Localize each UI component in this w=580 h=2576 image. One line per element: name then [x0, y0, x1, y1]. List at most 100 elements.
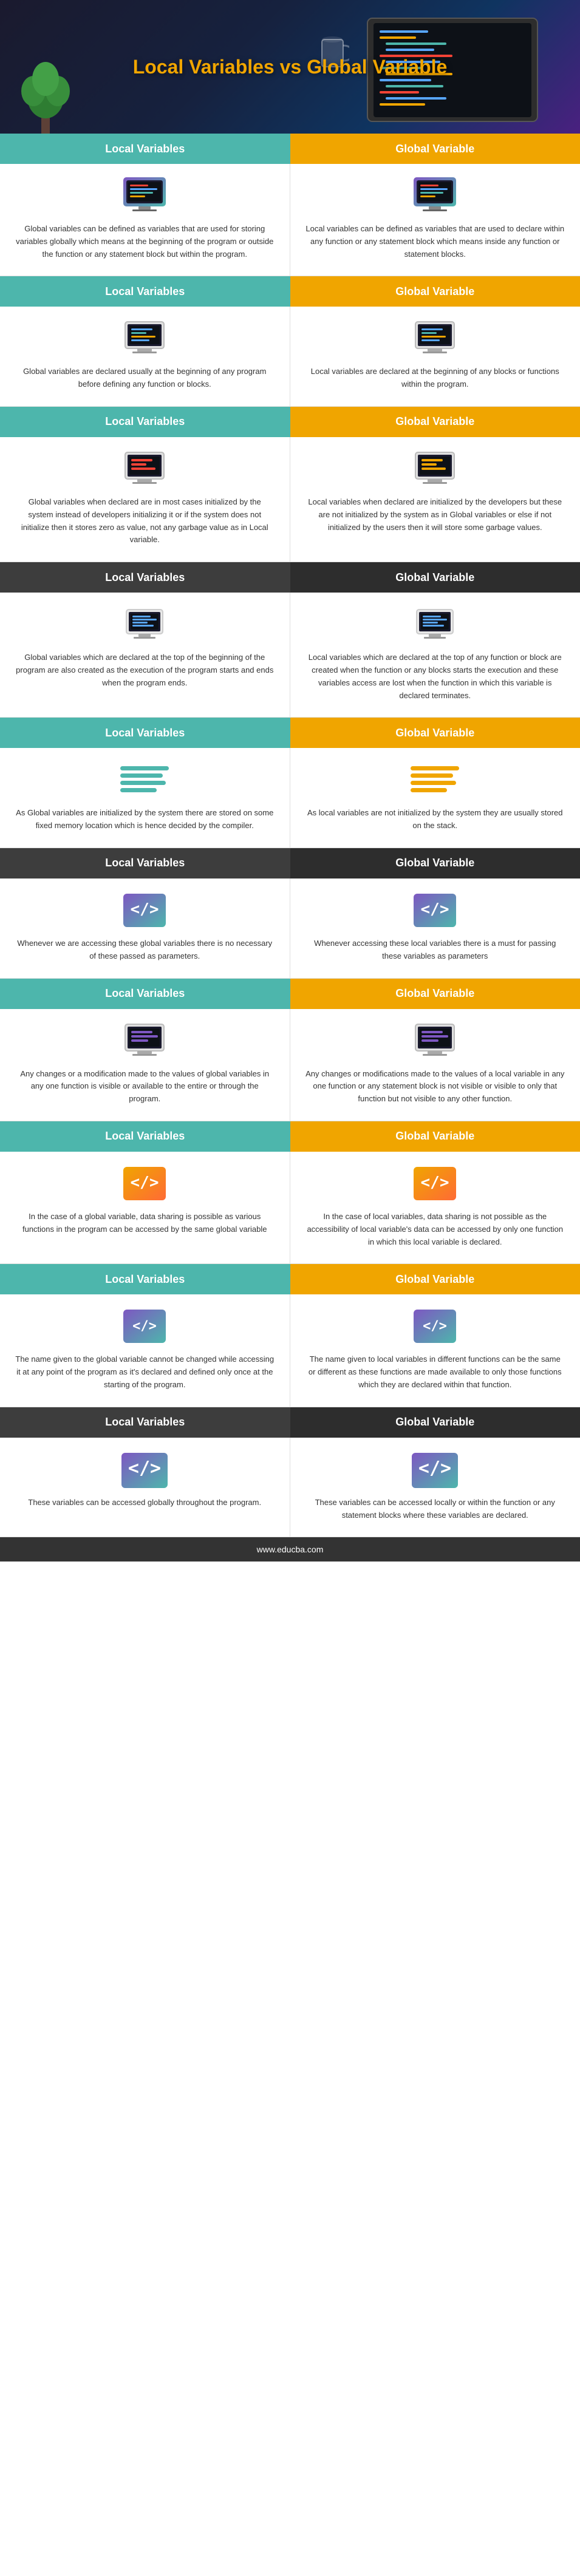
- section-8-left-cell: </> In the case of a global variable, da…: [0, 1152, 290, 1264]
- section-4-right-cell: Local variables which are declared at th…: [290, 593, 580, 718]
- section-1-right-text: Local variables can be defined as variab…: [305, 223, 565, 260]
- section-2-left-cell: Global variables are declared usually at…: [0, 307, 290, 407]
- section-2-right-header: Global Variable: [290, 276, 580, 307]
- section-9-right-text: The name given to local variables in dif…: [305, 1353, 565, 1391]
- hero-section: Local Variables vs Global Variable: [0, 0, 580, 134]
- computer-icon-left-1: [120, 176, 169, 216]
- section-10-right-text: These variables can be accessed locally …: [305, 1497, 565, 1522]
- section-7-left-text: Any changes or a modification made to th…: [15, 1068, 275, 1106]
- section-5-right-cell: As local variables are not initialized b…: [290, 748, 580, 848]
- section-6-right-header: Global Variable: [290, 848, 580, 878]
- code-teal-icon-right: </>: [411, 891, 459, 930]
- code-orange-icon-left: </>: [120, 1164, 169, 1203]
- section-6-left-header: Local Variables: [0, 848, 290, 878]
- section-9-header: Local Variables Global Variable: [0, 1264, 580, 1294]
- section-4-content: Global variables which are declared at t…: [0, 593, 580, 718]
- section-10-left-header: Local Variables: [0, 1407, 290, 1438]
- footer: www.educba.com: [0, 1537, 580, 1562]
- monitor-purple-icon-left: [120, 1021, 169, 1061]
- section-2-right-cell: Local variables are declared at the begi…: [290, 307, 580, 407]
- section-2-left-header: Local Variables: [0, 276, 290, 307]
- section-10-content: </> These variables can be accessed glob…: [0, 1438, 580, 1538]
- code-teal-icon-left: </>: [120, 891, 169, 930]
- monitor-icon-right-2: [411, 319, 459, 358]
- section-2: Local Variables Global Variable Global v…: [0, 276, 580, 407]
- section-9-left-text: The name given to the global variable ca…: [15, 1353, 275, 1391]
- section-10-left-text: These variables can be accessed globally…: [28, 1497, 261, 1509]
- monitor-small-icon-right: [411, 605, 459, 644]
- section-5-content: As Global variables are initialized by t…: [0, 748, 580, 848]
- section-4-right-text: Local variables which are declared at th…: [305, 651, 565, 702]
- lines-icon-right: [411, 760, 459, 800]
- svg-text:</>: </>: [423, 1319, 447, 1334]
- section-7-left-header: Local Variables: [0, 979, 290, 1009]
- section-5: Local Variables Global Variable As Globa…: [0, 718, 580, 848]
- section-6-right-cell: </> Whenever accessing these local varia…: [290, 878, 580, 979]
- section-10: Local Variables Global Variable </> Thes…: [0, 1407, 580, 1538]
- section-2-left-text: Global variables are declared usually at…: [15, 365, 275, 391]
- section-9: Local Variables Global Variable </> The …: [0, 1264, 580, 1407]
- computer-icon-right-1: [411, 176, 459, 216]
- section-7-right-header: Global Variable: [290, 979, 580, 1009]
- section-7-content: Any changes or a modification made to th…: [0, 1009, 580, 1121]
- section-9-content: </> The name given to the global variabl…: [0, 1294, 580, 1407]
- section-3-content: Global variables when declared are in mo…: [0, 437, 580, 562]
- section-3-left-text: Global variables when declared are in mo…: [15, 496, 275, 546]
- section-1-content: Global variables can be defined as varia…: [0, 164, 580, 276]
- monitor-orange-icon-right: [411, 449, 459, 489]
- section-5-left-header: Local Variables: [0, 718, 290, 748]
- svg-text:</>: </>: [131, 900, 159, 919]
- section-3-right-text: Local variables when declared are initia…: [305, 496, 565, 534]
- lines-icon-left: [120, 760, 169, 800]
- svg-text:</>: </>: [128, 1458, 161, 1479]
- section-5-right-header: Global Variable: [290, 718, 580, 748]
- monitor-small-icon-left: [120, 605, 169, 644]
- section-8-right-cell: </> In the case of local variables, data…: [290, 1152, 580, 1264]
- section-7-left-cell: Any changes or a modification made to th…: [0, 1009, 290, 1121]
- section-3-right-header: Global Variable: [290, 407, 580, 437]
- svg-text:</>: </>: [418, 1458, 451, 1479]
- section-1-left-header: Local Variables: [0, 134, 290, 164]
- svg-text:</>: </>: [132, 1319, 157, 1334]
- section-10-left-cell: </> These variables can be accessed glob…: [0, 1438, 290, 1538]
- section-8-left-header: Local Variables: [0, 1121, 290, 1152]
- section-7-right-cell: Any changes or modifications made to the…: [290, 1009, 580, 1121]
- section-4: Local Variables Global Variable Global v…: [0, 562, 580, 718]
- section-8-right-header: Global Variable: [290, 1121, 580, 1152]
- monitor-purple-icon-right: [411, 1021, 459, 1061]
- section-2-right-text: Local variables are declared at the begi…: [305, 365, 565, 391]
- section-9-left-cell: </> The name given to the global variabl…: [0, 1294, 290, 1407]
- section-5-left-text: As Global variables are initialized by t…: [15, 807, 275, 832]
- section-4-left-header: Local Variables: [0, 562, 290, 593]
- monitor-icon-left-2: [120, 319, 169, 358]
- section-7-right-text: Any changes or modifications made to the…: [305, 1068, 565, 1106]
- section-1-right-header: Global Variable: [290, 134, 580, 164]
- section-7: Local Variables Global Variable Any chan…: [0, 979, 580, 1121]
- code-lg-teal-icon-right: </>: [411, 1450, 459, 1489]
- section-6-left-text: Whenever we are accessing these global v…: [15, 937, 275, 963]
- section-9-right-header: Global Variable: [290, 1264, 580, 1294]
- section-10-right-cell: </> These variables can be accessed loca…: [290, 1438, 580, 1538]
- section-2-content: Global variables are declared usually at…: [0, 307, 580, 407]
- section-1: Local Variables Global Variable Globa: [0, 134, 580, 276]
- section-6-left-cell: </> Whenever we are accessing these glob…: [0, 878, 290, 979]
- section-6: Local Variables Global Variable </> When…: [0, 848, 580, 979]
- section-8: Local Variables Global Variable </> In t…: [0, 1121, 580, 1264]
- section-3-left-header: Local Variables: [0, 407, 290, 437]
- section-4-left-text: Global variables which are declared at t…: [15, 651, 275, 689]
- section-1-left-text: Global variables can be defined as varia…: [15, 223, 275, 260]
- section-8-content: </> In the case of a global variable, da…: [0, 1152, 580, 1264]
- section-5-left-cell: As Global variables are initialized by t…: [0, 748, 290, 848]
- svg-text:</>: </>: [131, 1174, 159, 1192]
- section-9-left-header: Local Variables: [0, 1264, 290, 1294]
- section-8-left-text: In the case of a global variable, data s…: [15, 1211, 275, 1236]
- section-10-right-header: Global Variable: [290, 1407, 580, 1438]
- monitor-red-icon-left: [120, 449, 169, 489]
- section-8-header: Local Variables Global Variable: [0, 1121, 580, 1152]
- section-3-left-cell: Global variables when declared are in mo…: [0, 437, 290, 562]
- section-9-right-cell: </> The name given to local variables in…: [290, 1294, 580, 1407]
- section-10-header: Local Variables Global Variable: [0, 1407, 580, 1438]
- section-7-header: Local Variables Global Variable: [0, 979, 580, 1009]
- page-title: Local Variables vs Global Variable: [121, 56, 460, 78]
- code-teal2-icon-left: </>: [120, 1307, 169, 1346]
